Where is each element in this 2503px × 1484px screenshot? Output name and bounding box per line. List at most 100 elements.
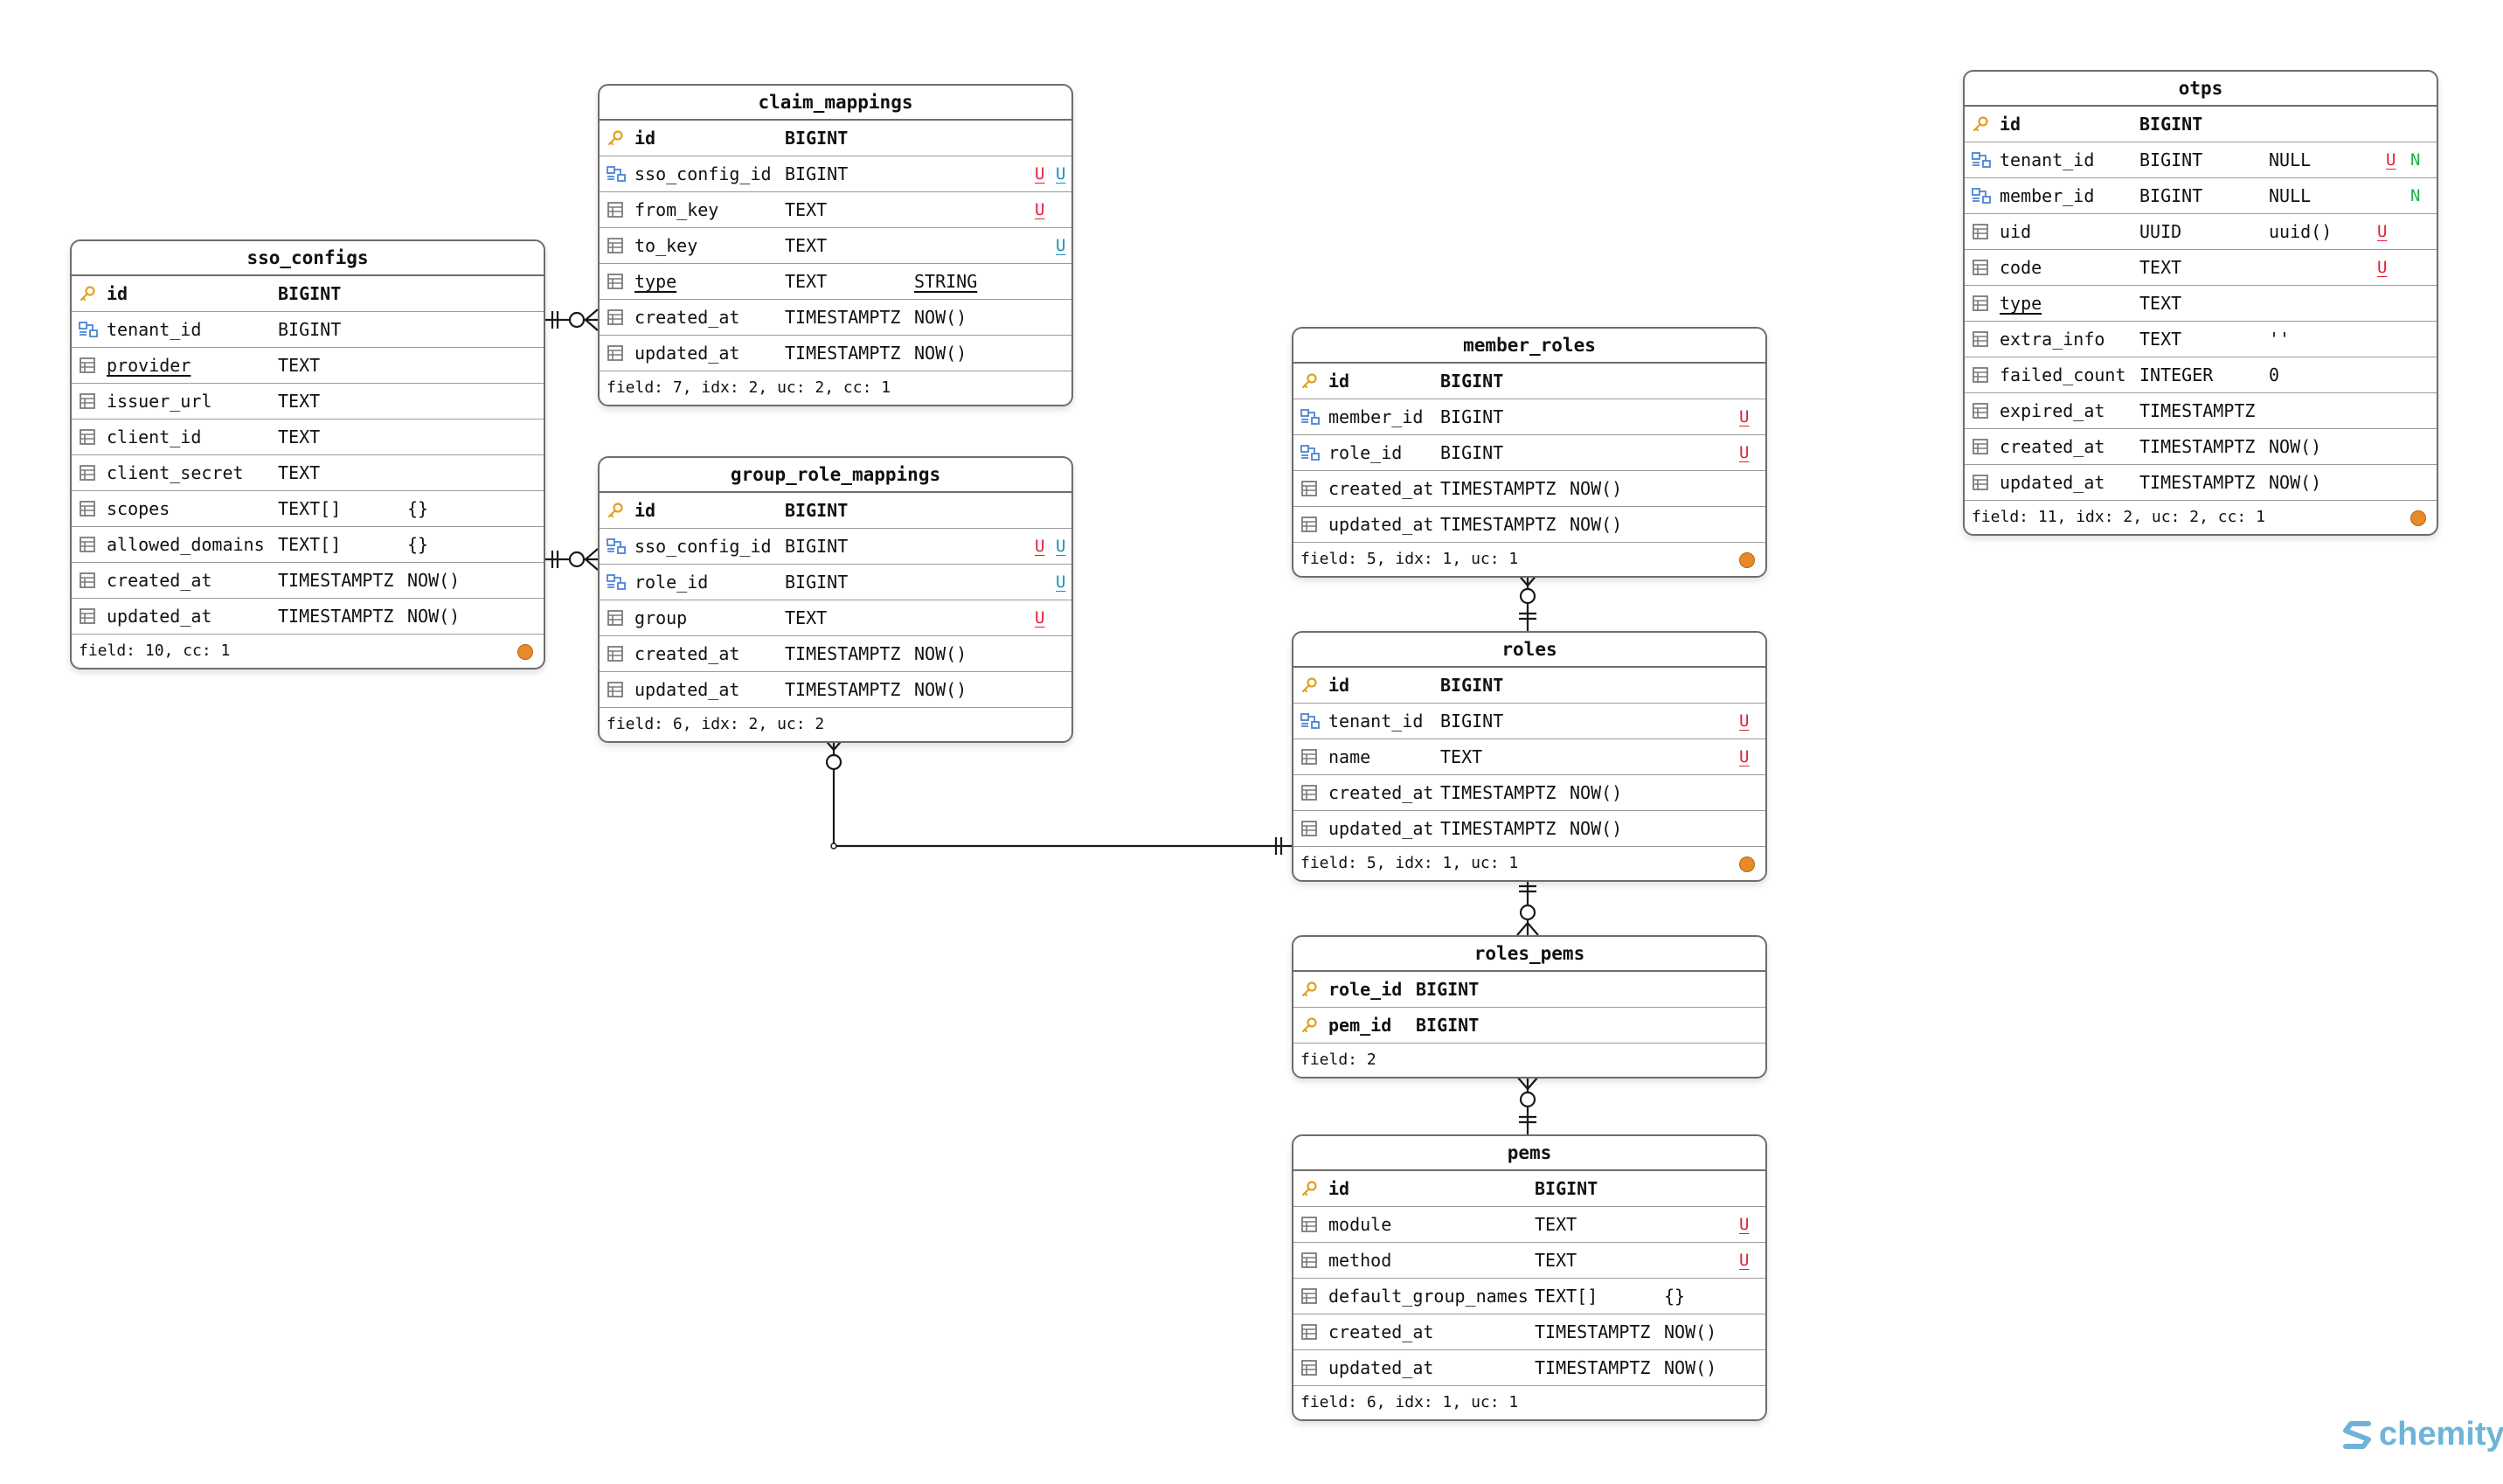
column-row-updated_at[interactable]: updated_at TIMESTAMPTZ NOW() — [72, 599, 544, 635]
column-type: TEXT[] — [1535, 1286, 1598, 1307]
column-default: {} — [407, 498, 429, 519]
table-footer: field: 2 — [1293, 1044, 1765, 1077]
column-type: BIGINT — [1416, 1015, 1480, 1036]
column-icon — [1972, 295, 1991, 312]
column-row-tenant_id[interactable]: tenant_id BIGINT — [72, 312, 544, 348]
column-row-role_id[interactable]: role_id BIGINT — [1293, 972, 1765, 1008]
foreign-key-icon — [1300, 444, 1320, 461]
column-row-from_key[interactable]: from_key TEXT U — [600, 192, 1071, 228]
column-row-created_at[interactable]: created_at TIMESTAMPTZ NOW() — [600, 300, 1071, 336]
column-row-updated_at[interactable]: updated_at TIMESTAMPTZ NOW() — [600, 672, 1071, 708]
column-row-member_id[interactable]: member_id BIGINT NULL N — [1965, 178, 2437, 214]
column-row-role_id[interactable]: role_id BIGINT U — [1293, 435, 1765, 471]
column-row-scopes[interactable]: scopes TEXT[] {} — [72, 491, 544, 527]
table-footer-stats: field: 6, idx: 2, uc: 2 — [607, 715, 825, 733]
column-row-name[interactable]: name TEXT U — [1293, 739, 1765, 775]
column-row-id[interactable]: id BIGINT — [1293, 364, 1765, 399]
column-row-to_key[interactable]: to_key TEXT U — [600, 228, 1071, 264]
table-pems[interactable]: pems id BIGINT module TEXT Umethod TEXT Udefaul… — [1292, 1134, 1767, 1421]
column-type: BIGINT — [1440, 675, 1504, 696]
column-row-created_at[interactable]: created_at TIMESTAMPTZ NOW() — [72, 563, 544, 599]
column-default: NULL — [2269, 149, 2312, 170]
column-row-updated_at[interactable]: updated_at TIMESTAMPTZ NOW() — [1293, 811, 1765, 847]
table-claim_mappings[interactable]: claim_mappings id BIGINT sso_config_id BIGIN… — [598, 84, 1073, 406]
many-marker — [585, 309, 599, 321]
column-type: BIGINT — [1416, 979, 1480, 1000]
column-row-issuer_url[interactable]: issuer_url TEXT — [72, 384, 544, 420]
column-type: TEXT — [2139, 293, 2182, 314]
unique-flag: U — [2377, 222, 2388, 241]
column-row-code[interactable]: code TEXT U — [1965, 250, 2437, 286]
column-row-updated_at[interactable]: updated_at TIMESTAMPTZ NOW() — [1293, 1350, 1765, 1386]
column-icon — [1300, 516, 1320, 533]
column-row-created_at[interactable]: created_at TIMESTAMPTZ NOW() — [600, 636, 1071, 672]
column-row-client_id[interactable]: client_id TEXT — [72, 420, 544, 455]
column-icon — [1300, 1359, 1320, 1377]
column-row-method[interactable]: method TEXT U — [1293, 1243, 1765, 1279]
column-row-pem_id[interactable]: pem_id BIGINT — [1293, 1008, 1765, 1044]
column-row-type[interactable]: type TEXT — [1965, 286, 2437, 322]
table-sso_configs[interactable]: sso_configs id BIGINT tenant_id BIGINT provid… — [70, 239, 545, 669]
column-row-updated_at[interactable]: updated_at TIMESTAMPTZ NOW() — [1293, 507, 1765, 543]
column-row-id[interactable]: id BIGINT — [600, 121, 1071, 156]
optional-marker — [1519, 904, 1536, 921]
column-row-failed_count[interactable]: failed_count INTEGER 0 — [1965, 357, 2437, 393]
column-row-group[interactable]: group TEXT U — [600, 600, 1071, 636]
column-row-uid[interactable]: uid UUID uuid() U — [1965, 214, 2437, 250]
column-row-tenant_id[interactable]: tenant_id BIGINT U — [1293, 704, 1765, 739]
column-row-created_at[interactable]: created_at TIMESTAMPTZ NOW() — [1293, 471, 1765, 507]
column-row-extra_info[interactable]: extra_info TEXT '' — [1965, 322, 2437, 357]
column-icon — [1300, 1216, 1320, 1233]
column-icon — [607, 309, 626, 326]
foreign-key-icon — [1300, 712, 1320, 730]
primary-key-icon — [1300, 676, 1320, 694]
column-row-updated_at[interactable]: updated_at TIMESTAMPTZ NOW() — [1965, 465, 2437, 501]
unique-flag: U — [1739, 1215, 1750, 1234]
column-name: scopes — [107, 498, 170, 519]
optional-marker — [568, 551, 586, 568]
column-row-sso_config_id[interactable]: sso_config_id BIGINT U U — [600, 529, 1071, 565]
column-name: created_at — [107, 570, 212, 591]
column-row-expired_at[interactable]: expired_at TIMESTAMPTZ — [1965, 393, 2437, 429]
column-row-provider[interactable]: provider TEXT — [72, 348, 544, 384]
column-row-created_at[interactable]: created_at TIMESTAMPTZ NOW() — [1965, 429, 2437, 465]
column-row-member_id[interactable]: member_id BIGINT U — [1293, 399, 1765, 435]
foreign-key-icon — [607, 573, 626, 591]
column-row-id[interactable]: id BIGINT — [1965, 107, 2437, 142]
column-row-created_at[interactable]: created_at TIMESTAMPTZ NOW() — [1293, 775, 1765, 811]
column-row-id[interactable]: id BIGINT — [600, 493, 1071, 529]
column-row-id[interactable]: id BIGINT — [72, 276, 544, 312]
table-title: claim_mappings — [600, 86, 1071, 121]
column-row-module[interactable]: module TEXT U — [1293, 1207, 1765, 1243]
column-type: TEXT — [2139, 257, 2182, 278]
table-roles_pems[interactable]: roles_pems role_id BIGINT pem_id BIGINT field… — [1292, 935, 1767, 1078]
column-row-client_secret[interactable]: client_secret TEXT — [72, 455, 544, 491]
column-name: allowed_domains — [107, 534, 265, 555]
table-roles[interactable]: roles id BIGINT tenant_id BIGINT Uname TEXT Ucr… — [1292, 631, 1767, 882]
column-name: type — [634, 271, 677, 292]
column-row-role_id[interactable]: role_id BIGINT U — [600, 565, 1071, 600]
column-type: TEXT — [1535, 1214, 1577, 1235]
column-row-allowed_domains[interactable]: allowed_domains TEXT[] {} — [72, 527, 544, 563]
column-row-id[interactable]: id BIGINT — [1293, 1171, 1765, 1207]
table-otps[interactable]: otps id BIGINT tenant_id BIGINT NULL U Nmember_… — [1963, 70, 2438, 536]
column-row-default_group_names[interactable]: default_group_names TEXT[] {} — [1293, 1279, 1765, 1314]
column-name: id — [2000, 114, 2021, 135]
column-name: created_at — [1328, 782, 1434, 803]
unique-flag: U — [1056, 537, 1066, 556]
column-row-sso_config_id[interactable]: sso_config_id BIGINT U U — [600, 156, 1071, 192]
column-row-created_at[interactable]: created_at TIMESTAMPTZ NOW() — [1293, 1314, 1765, 1350]
foreign-key-icon — [1300, 408, 1320, 426]
column-row-id[interactable]: id BIGINT — [1293, 668, 1765, 704]
column-name: issuer_url — [107, 391, 212, 412]
column-type: TEXT — [278, 355, 321, 376]
column-row-tenant_id[interactable]: tenant_id BIGINT NULL U N — [1965, 142, 2437, 178]
table-group_role_mappings[interactable]: group_role_mappings id BIGINT sso_config_id… — [598, 456, 1073, 743]
unique-flag: U — [1056, 236, 1066, 255]
column-row-updated_at[interactable]: updated_at TIMESTAMPTZ NOW() — [600, 336, 1071, 371]
column-name: role_id — [1328, 979, 1403, 1000]
table-title: sso_configs — [72, 241, 544, 276]
foreign-key-icon — [607, 165, 626, 183]
column-row-type[interactable]: type TEXT STRING — [600, 264, 1071, 300]
table-member_roles[interactable]: member_roles id BIGINT member_id BIGINT Urole… — [1292, 327, 1767, 578]
